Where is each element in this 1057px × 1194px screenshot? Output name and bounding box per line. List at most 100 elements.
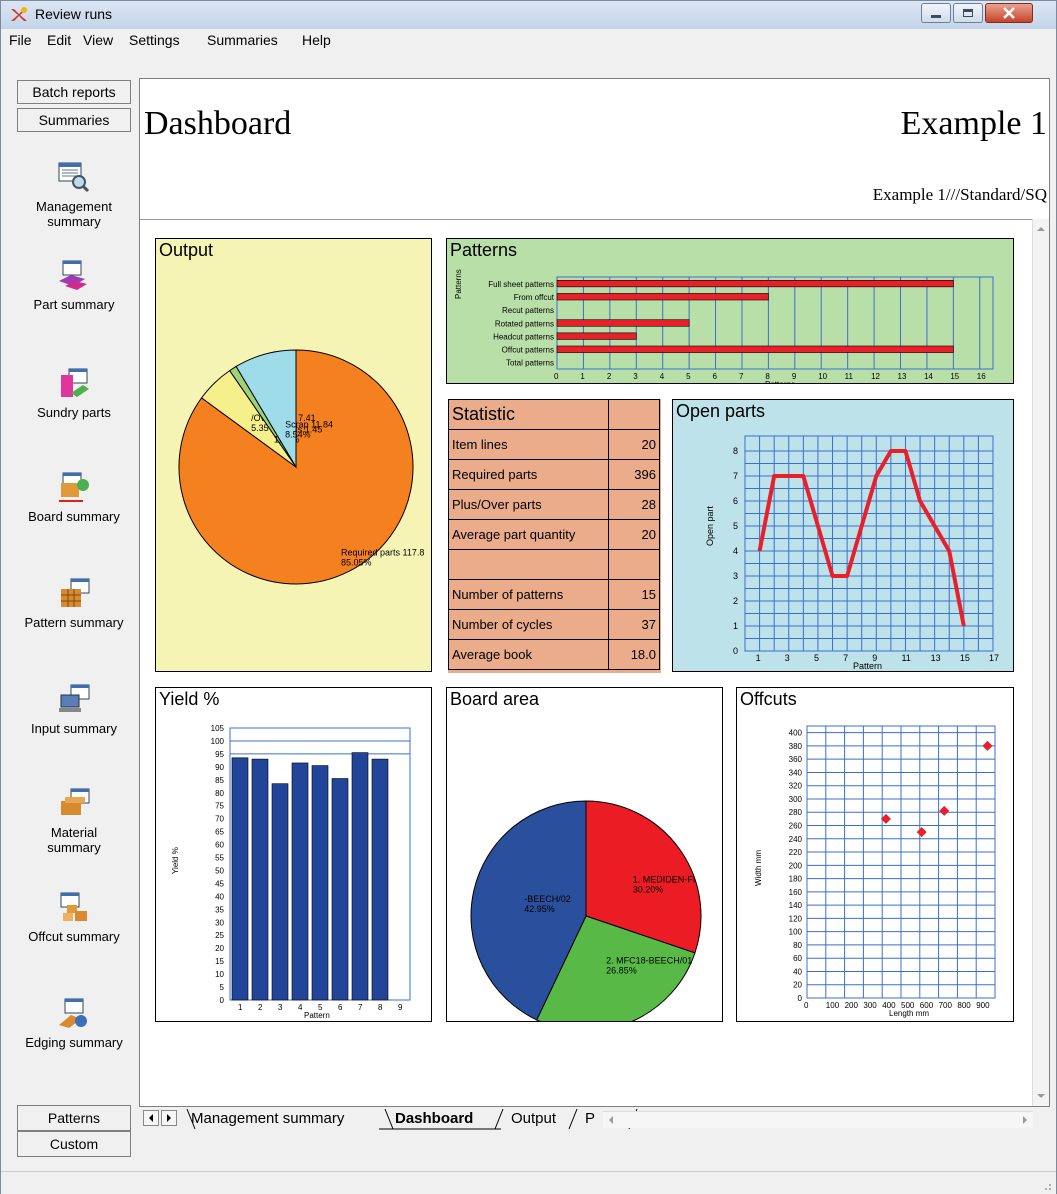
bar bbox=[371, 758, 389, 1001]
menu-edit[interactable]: Edit bbox=[47, 32, 71, 48]
y-tick-label: 400 bbox=[789, 729, 803, 738]
bar bbox=[351, 752, 369, 1001]
sidebar-item-management-summary[interactable]: Management summary bbox=[17, 161, 131, 229]
tab-batch-reports[interactable]: Batch reports bbox=[17, 80, 131, 104]
stat-value: 396 bbox=[608, 459, 660, 490]
sidebar-item-sundry-parts[interactable]: Sundry parts bbox=[17, 367, 131, 420]
x-tick-label: 14 bbox=[924, 372, 933, 381]
input-summary-icon bbox=[59, 684, 90, 712]
stat-label: Item lines bbox=[448, 429, 609, 460]
y-tick-label: 70 bbox=[215, 815, 224, 824]
x-tick-label: 3 bbox=[785, 653, 790, 663]
sidebar-item-input-summary[interactable]: Input summary bbox=[17, 683, 131, 736]
patterns-panel: Patterns 0 1 2 3 4 5 6 7 8 9 10 11 12 13 14 15 16 Full sh… bbox=[446, 238, 1014, 384]
x-tick-label: 11 bbox=[845, 372, 854, 381]
y-tick-label: 40 bbox=[793, 967, 802, 976]
x-tick-label: 7 bbox=[358, 1003, 363, 1012]
menu-view[interactable]: View bbox=[83, 32, 113, 48]
edging-summary-icon bbox=[59, 998, 87, 1028]
sidebar-item-offcut-summary[interactable]: Offcut summary bbox=[17, 891, 131, 944]
y-tick-label: 3 bbox=[733, 571, 738, 581]
header-divider bbox=[140, 219, 1035, 220]
stat-label: Number of patterns bbox=[448, 579, 609, 610]
y-tick-label: 0 bbox=[798, 994, 803, 1003]
tab-summaries[interactable]: Summaries bbox=[17, 108, 131, 132]
title-bar: Review runs bbox=[1, 1, 1056, 30]
table-row: Plus/Over parts 28 bbox=[448, 489, 660, 520]
stat-label: Number of cycles bbox=[448, 609, 609, 640]
slice-percent-label: 85.05% bbox=[341, 558, 372, 568]
y-tick-label: 25 bbox=[215, 931, 224, 940]
y-tick-label: 220 bbox=[789, 848, 803, 857]
sidebar-item-material-summary[interactable]: Material summary bbox=[17, 787, 131, 855]
sidebar-item-board-summary[interactable]: Board summary bbox=[17, 471, 131, 524]
y-tick-label: 20 bbox=[215, 944, 224, 953]
maximize-button[interactable] bbox=[953, 3, 983, 23]
x-tick-label: 3 bbox=[633, 372, 638, 381]
management-summary-icon bbox=[58, 162, 90, 193]
y-tick-label: 4 bbox=[733, 546, 738, 556]
x-tick-label: 6 bbox=[338, 1003, 343, 1012]
y-tick-label: 30 bbox=[215, 918, 224, 927]
stat-value: 18.0 bbox=[608, 639, 660, 670]
sidebar-item-pattern-summary[interactable]: Pattern summary bbox=[17, 577, 131, 630]
y-tick-label: 55 bbox=[215, 854, 224, 863]
chevron-right-icon bbox=[167, 1114, 171, 1122]
tab-dividers bbox=[186, 1108, 638, 1130]
close-button[interactable] bbox=[985, 3, 1033, 23]
minimize-button[interactable] bbox=[921, 3, 951, 23]
stat-label: Required parts bbox=[448, 459, 609, 490]
x-tick-label: 4 bbox=[660, 372, 665, 381]
menu-help[interactable]: Help bbox=[302, 32, 331, 48]
x-tick-label: 17 bbox=[989, 653, 999, 663]
resize-grip-icon[interactable] bbox=[1040, 1179, 1052, 1191]
sidebar-item-part-summary[interactable]: Part summary bbox=[17, 259, 131, 312]
horizontal-scrollbar[interactable] bbox=[603, 1111, 1033, 1128]
x-tick-label: 5 bbox=[686, 372, 691, 381]
y-tick-label: 180 bbox=[789, 875, 803, 884]
y-tick-label: 7 bbox=[733, 471, 738, 481]
x-tick-label: 1 bbox=[756, 653, 761, 663]
tab-scroll-left-button[interactable] bbox=[143, 1110, 159, 1126]
sidebar-item-edging-summary[interactable]: Edging summary bbox=[17, 997, 131, 1050]
patterns-bar-chart: 0 1 2 3 4 5 6 7 8 9 10 11 12 13 14 15 16Full sheet patte… bbox=[454, 269, 994, 383]
menu-summaries[interactable]: Summaries bbox=[207, 32, 278, 48]
menu-settings[interactable]: Settings bbox=[129, 32, 180, 48]
close-icon bbox=[1003, 7, 1015, 19]
y-tick-label: 140 bbox=[789, 901, 803, 910]
tab-custom[interactable]: Custom bbox=[17, 1131, 131, 1157]
open-parts-line-chart: 1 3 5 7 9 11 13 15 17012345678PatternOpen part bbox=[705, 435, 999, 671]
table-row bbox=[448, 549, 660, 580]
chevron-left-icon bbox=[149, 1114, 153, 1122]
slice-label: 1. MEDIDEN-FI bbox=[633, 874, 696, 884]
minimize-icon bbox=[931, 15, 941, 18]
dashboard-view: Dashboard Example 1 Example 1///Standard… bbox=[139, 78, 1050, 1107]
sidebar-item-label: Board summary bbox=[28, 509, 120, 524]
x-tick-label: 6 bbox=[713, 372, 718, 381]
board-summary-icon bbox=[59, 472, 89, 502]
main-window: Review runs File Edit View Settings Summ… bbox=[0, 0, 1057, 1194]
x-tick-label: 15 bbox=[950, 372, 959, 381]
scatter-point bbox=[916, 827, 927, 838]
x-tick-label: 0 bbox=[554, 372, 559, 381]
y-tick-label: Offcut patterns bbox=[502, 346, 554, 355]
sidebar-item-label: summary bbox=[47, 214, 101, 229]
table-row: Required parts 396 bbox=[448, 459, 660, 490]
menu-file[interactable]: File bbox=[9, 32, 32, 48]
y-tick-label: 80 bbox=[215, 789, 224, 798]
x-axis-label: Patterns bbox=[765, 380, 795, 383]
y-tick-label: Total patterns bbox=[506, 359, 554, 368]
x-tick-label: 0 bbox=[804, 1001, 809, 1010]
sidebar-item-label: Offcut summary bbox=[28, 929, 120, 944]
vertical-scrollbar[interactable] bbox=[1032, 219, 1049, 1106]
y-tick-label: 300 bbox=[789, 795, 803, 804]
tab-patterns[interactable]: Patterns bbox=[17, 1105, 131, 1131]
y-tick-label: 95 bbox=[215, 750, 224, 759]
stat-value: 28 bbox=[608, 489, 660, 520]
table-row: Number of cycles 37 bbox=[448, 609, 660, 640]
x-tick-label: 300 bbox=[863, 1001, 877, 1010]
tab-scroll-right-button[interactable] bbox=[161, 1110, 177, 1126]
stat-label: Average part quantity bbox=[448, 519, 609, 550]
bar bbox=[556, 293, 769, 301]
x-tick-label: 7 bbox=[739, 372, 744, 381]
